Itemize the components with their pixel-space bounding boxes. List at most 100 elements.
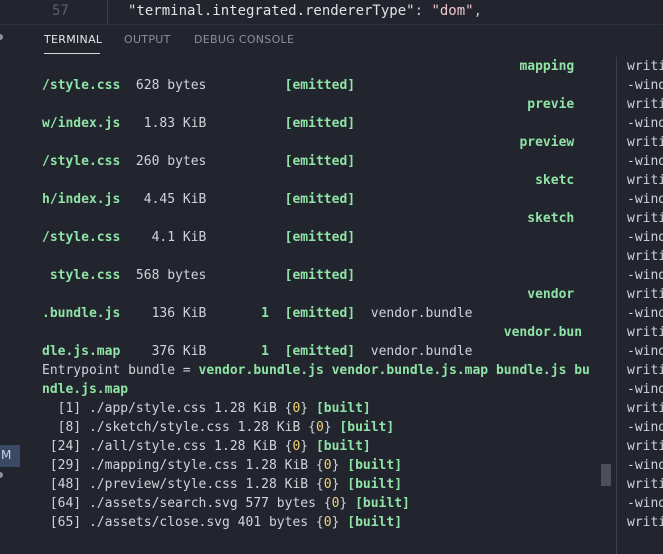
terminal-line: sketch	[42, 209, 616, 228]
code-value: "dom"	[431, 3, 474, 19]
terminal-text: }	[331, 458, 348, 473]
terminal-line: [24] ./all/style.css 1.28 KiB {0} [built…	[42, 437, 616, 456]
split-terminal-line: writi	[627, 325, 663, 340]
terminal-line: preview	[42, 133, 616, 152]
terminal-text: [built]	[315, 401, 371, 416]
split-terminal-line: -wind	[627, 78, 663, 93]
code-colon: :	[414, 3, 432, 19]
terminal-line: [65] ./assets/close.svg 401 bytes {0} [b…	[42, 513, 616, 532]
terminal-line: w/index.js 1.83 KiB [emitted]	[42, 114, 616, 133]
terminal-text: }	[331, 515, 348, 530]
terminal-scrollbar[interactable]	[601, 464, 611, 486]
split-terminal-line: -wind	[627, 192, 663, 207]
terminal-text: [emitted]	[284, 230, 356, 245]
terminal-text: .bundle.js	[42, 306, 121, 321]
terminal-text: /style.css	[42, 78, 121, 93]
tab-terminal[interactable]: TERMINAL	[44, 33, 102, 46]
terminal-text: /style.css	[42, 230, 121, 245]
terminal-line: .bundle.js 136 KiB 1 [emitted] vendor.bu…	[42, 304, 616, 323]
terminal-text: [65] ./assets/close.svg 401 bytes {	[42, 515, 324, 530]
active-tab-underline	[44, 53, 100, 54]
terminal-text: w/index.js	[42, 116, 121, 131]
terminal-text: mapping	[519, 59, 575, 74]
terminal-line: previe	[42, 95, 616, 114]
terminal-line: [29] ./mapping/style.css 1.28 KiB {0} [b…	[42, 456, 616, 475]
split-terminal-line: writi	[627, 439, 663, 454]
terminal-text: }	[300, 401, 316, 416]
terminal-line: dle.js.map 376 KiB 1 [emitted] vendor.bu…	[42, 342, 616, 361]
terminal-text: }	[323, 420, 340, 435]
split-terminal-output[interactable]: writi -wind writi -wind writi -wind writi -wind…	[617, 57, 663, 554]
split-terminal-line: -wind	[627, 230, 663, 245]
terminal-text: [emitted]	[284, 344, 356, 359]
split-terminal-line: writi	[627, 97, 663, 112]
terminal-text: [emitted]	[284, 306, 356, 321]
terminal-text: 1	[261, 306, 269, 321]
terminal-text: vendor.bun	[503, 325, 583, 340]
terminal-text: 1.83 KiB	[120, 116, 285, 131]
terminal-text: 0	[323, 515, 332, 530]
terminal-text: }	[331, 477, 348, 492]
terminal-text: [emitted]	[284, 268, 356, 283]
split-terminal-line: writi	[627, 173, 663, 188]
tab-output[interactable]: OUTPUT	[124, 33, 171, 46]
terminal-line: [1] ./app/style.css 1.28 KiB {0} [built]	[42, 399, 616, 418]
split-terminal-line: writi	[627, 287, 663, 302]
code-line[interactable]: "terminal.integrated.rendererType": "dom…	[128, 3, 482, 19]
editor-code-strip: 57 "terminal.integrated.rendererType": "…	[0, 0, 663, 24]
terminal-text: [24] ./all/style.css 1.28 KiB {	[42, 439, 293, 454]
split-terminal-line: writi	[627, 211, 663, 226]
terminal-line: vendor.bun	[42, 323, 616, 342]
terminal-line: [8] ./sketch/style.css 1.28 KiB {0} [bui…	[42, 418, 616, 437]
split-terminal-line: -wind	[627, 268, 663, 283]
terminal-text: [emitted]	[284, 154, 356, 169]
terminal-text: [built]	[347, 515, 403, 530]
terminal-output[interactable]: mapping/style.css 628 bytes [emitted] pr…	[0, 57, 616, 554]
split-terminal-line: -wind	[627, 458, 663, 473]
split-terminal-line: writi	[627, 135, 663, 150]
terminal-text: [emitted]	[284, 192, 356, 207]
terminal-text: [29] ./mapping/style.css 1.28 KiB {	[42, 458, 324, 473]
terminal-line: [64] ./assets/search.svg 577 bytes {0} […	[42, 494, 616, 513]
terminal-text: vendor	[527, 287, 575, 302]
terminal-line: ndle.js.map	[42, 380, 616, 399]
terminal-text: 0	[315, 420, 324, 435]
terminal-line: mapping	[42, 57, 616, 76]
terminal-line: /style.css 4.1 KiB [emitted]	[42, 228, 616, 247]
terminal-line: h/index.js 4.45 KiB [emitted]	[42, 190, 616, 209]
terminal-text: [built]	[347, 458, 403, 473]
terminal-text: preview	[519, 135, 575, 150]
terminal-text: }	[300, 439, 316, 454]
terminal-text: [48] ./preview/style.css 1.28 KiB {	[42, 477, 324, 492]
terminal-line: vendor	[42, 285, 616, 304]
terminal-text: dle.js.map	[42, 344, 121, 359]
split-terminal-line: -wind	[627, 344, 663, 359]
terminal-text: [64] ./assets/search.svg 577 bytes {	[42, 496, 332, 511]
terminal-text: 568 bytes	[120, 268, 285, 283]
terminal-text: ndle.js.map	[42, 382, 129, 397]
terminal-text: [emitted]	[284, 78, 356, 93]
terminal-text: sketch	[527, 211, 575, 226]
terminal-text: style.css	[42, 268, 121, 283]
terminal-line: /style.css 260 bytes [emitted]	[42, 152, 616, 171]
code-comma: ,	[473, 3, 483, 19]
terminal-text: vendor.bundle.js vendor.bundle.js.map bu…	[198, 363, 590, 378]
terminal-text: 628 bytes	[120, 78, 285, 93]
panel-tabs: TERMINAL OUTPUT DEBUG CONSOLE	[0, 25, 663, 57]
terminal-text: [8] ./sketch/style.css 1.28 KiB {	[42, 420, 316, 435]
code-key: "terminal.integrated.rendererType"	[128, 3, 415, 19]
split-terminal-line: writi	[627, 249, 663, 264]
tab-debug-console[interactable]: DEBUG CONSOLE	[194, 33, 294, 46]
terminal-line: sketc	[42, 171, 616, 190]
terminal-text: [built]	[347, 477, 403, 492]
terminal-text: vendor.bundle	[355, 306, 473, 321]
terminal-text: Entrypoint bundle =	[42, 363, 199, 378]
terminal-text: /style.css	[42, 154, 121, 169]
split-terminal-line: -wind	[627, 420, 663, 435]
